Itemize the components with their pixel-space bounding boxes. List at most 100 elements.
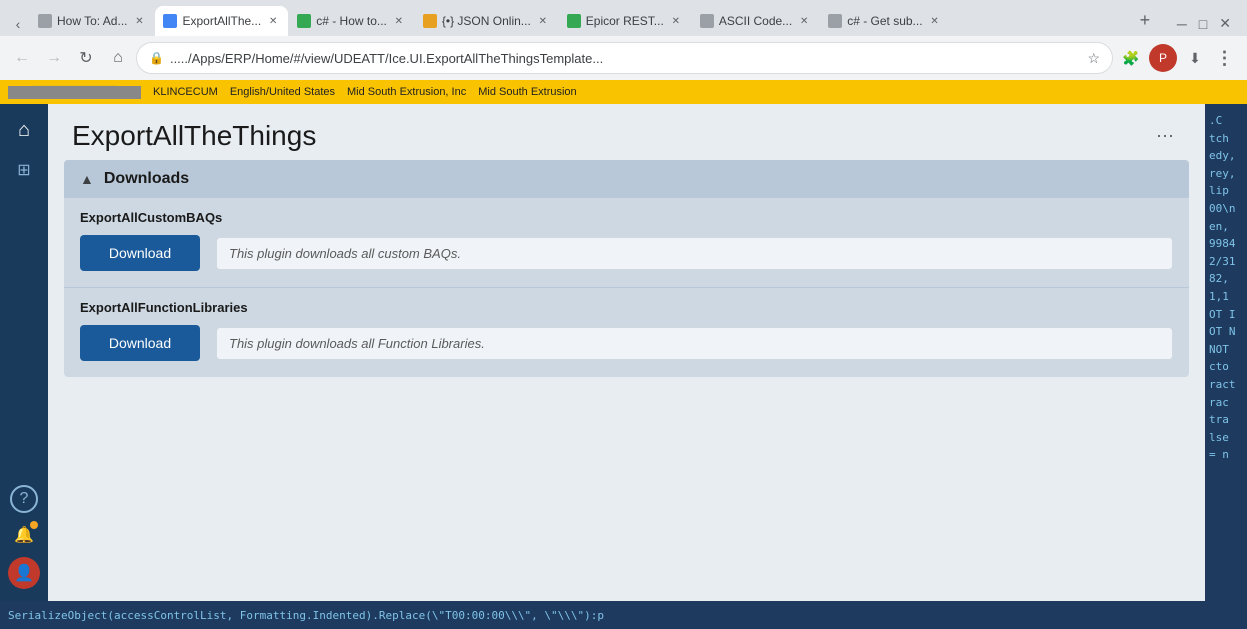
code-line: 00\n [1209,200,1243,218]
browser-tab-tab3[interactable]: c# - How to... ✕ [289,6,414,36]
code-lines: .Ctchedy,rey,lip00\nen,99842/3182,1,1OT … [1205,104,1247,472]
item-row-baqs: Download This plugin downloads all custo… [80,235,1173,271]
tab-favicon-tab2 [163,14,177,28]
code-line: NOT [1209,341,1243,359]
code-line: ract [1209,376,1243,394]
browser-tab-tab6[interactable]: ASCII Code... ✕ [692,6,819,36]
new-tab-button[interactable]: + [1131,6,1159,34]
bottom-code: SerializeObject(accessControlList, Forma… [8,609,604,622]
code-line: OT I [1209,306,1243,324]
close-button[interactable]: ✕ [1219,15,1231,32]
tab-favicon-tab7 [828,14,842,28]
tab-close-tab3[interactable]: ✕ [392,14,406,28]
browser-chrome: ‹ How To: Ad...✕ExportAllThe...✕c# - How… [0,0,1247,80]
address-bar[interactable]: 🔒 ...../Apps/ERP/Home/#/view/UDEATT/Ice.… [136,42,1113,74]
downloads-section: ▲ Downloads ExportAllCustomBAQs Download… [64,160,1189,377]
top-bar-site: Mid South Extrusion [478,86,576,98]
bottom-bar: SerializeObject(accessControlList, Forma… [0,601,1247,629]
section-title: Downloads [104,170,189,188]
download-item-functions: ExportAllFunctionLibraries Download This… [64,287,1189,377]
code-line: rey, [1209,165,1243,183]
notification-badge [30,521,38,529]
code-line: OT N [1209,323,1243,341]
code-line: 82, [1209,270,1243,288]
tab-close-tab2[interactable]: ✕ [266,14,280,28]
refresh-button[interactable]: ↻ [72,44,100,72]
more-actions-button[interactable]: ⋯ [1149,120,1181,152]
more-options-icon[interactable]: ⋮ [1211,44,1239,72]
code-line: cto [1209,358,1243,376]
page-header: ExportAllTheThings ⋯ [48,104,1205,160]
nav-bar: ← → ↻ ⌂ 🔒 ...../Apps/ERP/Home/#/view/UDE… [0,36,1247,80]
tab-prev-icon[interactable]: ‹ [8,14,28,34]
page-title: ExportAllTheThings [72,120,316,152]
back-button[interactable]: ← [8,44,36,72]
main-content: ExportAllTheThings ⋯ ▲ Downloads ExportA… [48,104,1205,601]
item-label-functions: ExportAllFunctionLibraries [80,300,1173,315]
tab-close-tab5[interactable]: ✕ [669,14,683,28]
code-line: = n [1209,446,1243,464]
tab-favicon-tab6 [700,14,714,28]
tab-favicon-tab4 [423,14,437,28]
download-baqs-button[interactable]: Download [80,235,200,271]
top-bar-company: Mid South Extrusion, Inc [347,86,466,98]
address-text: ...../Apps/ERP/Home/#/view/UDEATT/Ice.UI… [170,51,1081,66]
tab-title-tab1: How To: Ad... [57,14,127,28]
download-browser-icon[interactable]: ⬇ [1181,44,1209,72]
code-line: tra [1209,411,1243,429]
browser-tab-tab2[interactable]: ExportAllThe... ✕ [155,6,288,36]
tab-close-tab1[interactable]: ✕ [132,14,146,28]
tab-close-tab6[interactable]: ✕ [797,14,811,28]
tab-title-tab6: ASCII Code... [719,14,792,28]
bookmark-icon[interactable]: ☆ [1087,50,1100,67]
sidebar-notification-icon[interactable]: 🔔 [6,517,42,553]
app-body: ⌂ ⊞ ? 🔔 👤 ExportAllTheThings ⋯ ▲ Downloa… [0,104,1247,601]
download-functions-button[interactable]: Download [80,325,200,361]
browser-tab-tab1[interactable]: How To: Ad... ✕ [30,6,154,36]
sidebar: ⌂ ⊞ ? 🔔 👤 [0,104,48,601]
tab-title-tab3: c# - How to... [316,14,387,28]
tab-close-tab7[interactable]: ✕ [928,14,942,28]
tab-title-tab7: c# - Get sub... [847,14,922,28]
item-label-baqs: ExportAllCustomBAQs [80,210,1173,225]
code-line: lse [1209,429,1243,447]
code-line: en, [1209,218,1243,236]
profile-icon[interactable]: P [1149,44,1177,72]
browser-tab-tab7[interactable]: c# - Get sub... ✕ [820,6,949,36]
minimize-button[interactable]: ─ [1177,16,1187,32]
code-line: 2/31 [1209,253,1243,271]
code-line: 9984 [1209,235,1243,253]
top-bar-redacted: ████████████ [8,86,141,99]
browser-tab-tab4[interactable]: {•} JSON Onlin... ✕ [415,6,558,36]
tab-favicon-tab1 [38,14,52,28]
code-line: tch [1209,130,1243,148]
sidebar-help-icon[interactable]: ? [10,485,38,513]
item-row-functions: Download This plugin downloads all Funct… [80,325,1173,361]
sidebar-grid-icon[interactable]: ⊞ [6,152,42,188]
top-bar-locale: English/United States [230,86,335,98]
code-line: rac [1209,394,1243,412]
right-code-panel: .Ctchedy,rey,lip00\nen,99842/3182,1,1OT … [1205,104,1247,601]
nav-actions: 🧩 P ⬇ ⋮ [1117,44,1239,72]
top-bar-user: KLINCECUM [153,86,218,98]
home-button[interactable]: ⌂ [104,44,132,72]
code-line: 1,1 [1209,288,1243,306]
code-line: .C [1209,112,1243,130]
tab-title-tab2: ExportAllThe... [182,14,261,28]
browser-tab-tab5[interactable]: Epicor REST...✕ [559,6,691,36]
tab-favicon-tab3 [297,14,311,28]
sidebar-home-icon[interactable]: ⌂ [6,112,42,148]
tab-favicon-tab5 [567,14,581,28]
extensions-icon[interactable]: 🧩 [1117,44,1145,72]
item-description-functions: This plugin downloads all Function Libra… [216,327,1173,360]
code-line: lip [1209,182,1243,200]
downloads-header[interactable]: ▲ Downloads [64,160,1189,198]
sidebar-user-icon[interactable]: 👤 [8,557,40,589]
item-description-baqs: This plugin downloads all custom BAQs. [216,237,1173,270]
top-info-bar: ████████████ KLINCECUM English/United St… [0,80,1247,104]
forward-button[interactable]: → [40,44,68,72]
tab-close-tab4[interactable]: ✕ [536,14,550,28]
tab-title-tab4: {•} JSON Onlin... [442,14,531,28]
maximize-button[interactable]: □ [1199,16,1207,32]
code-line: edy, [1209,147,1243,165]
